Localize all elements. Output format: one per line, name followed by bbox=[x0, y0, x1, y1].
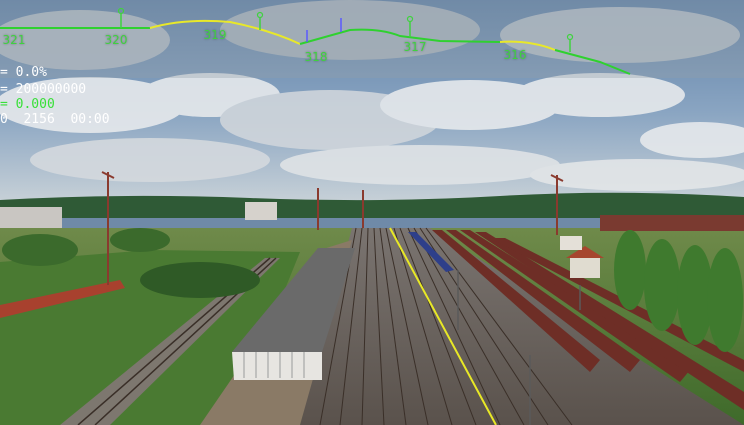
milepost-label: 320 bbox=[104, 33, 128, 47]
milepost-label: 317 bbox=[403, 40, 427, 54]
milepost-label: 319 bbox=[203, 28, 227, 42]
hud-value-readout: = 0.000 bbox=[0, 97, 55, 112]
track-profile-line bbox=[299, 28, 501, 45]
milepost-marker-316 bbox=[566, 33, 574, 41]
milepost-label: 321 bbox=[2, 33, 26, 47]
milepost-marker-320 bbox=[117, 7, 125, 15]
hud-status-readout: 0 2156 00:00 bbox=[0, 112, 110, 127]
hud-counter-readout: = 200000000 bbox=[0, 82, 87, 97]
track-profile-line bbox=[554, 49, 631, 75]
milepost-label: 318 bbox=[304, 50, 328, 64]
hud-grade-readout: = 0.0% bbox=[0, 65, 47, 80]
milepost-label: 316 bbox=[503, 48, 527, 62]
milepost-marker-317 bbox=[406, 15, 414, 23]
milepost-marker-319 bbox=[256, 11, 264, 19]
